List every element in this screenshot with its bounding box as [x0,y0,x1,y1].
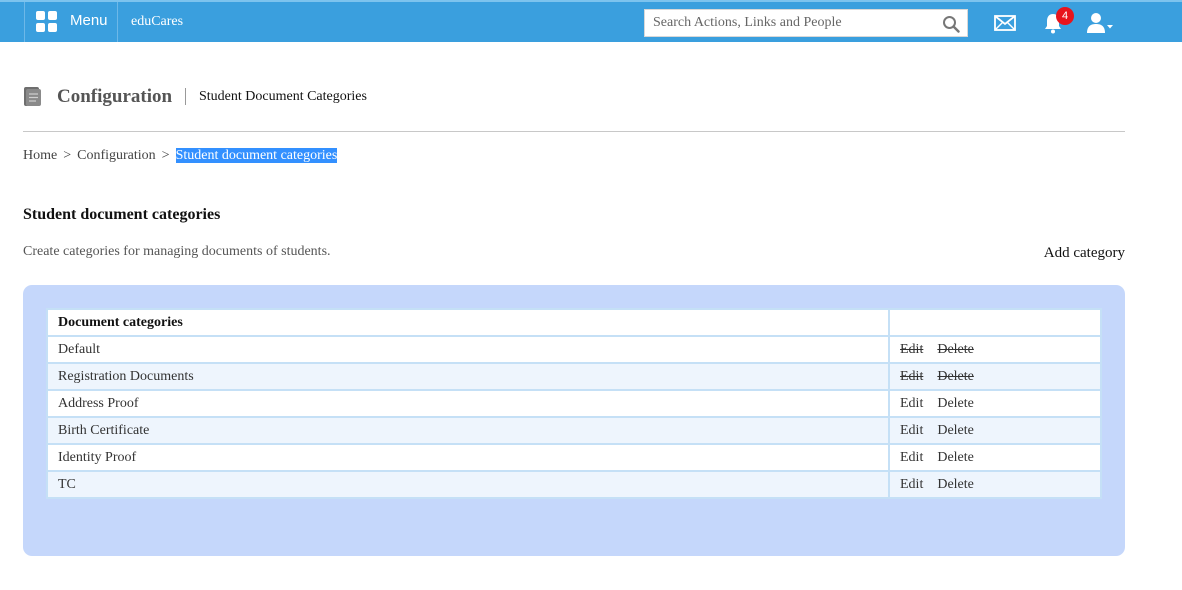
notification-badge: 4 [1056,7,1074,25]
table-row: Default Edit Delete [46,335,1102,364]
category-name: Birth Certificate [46,416,890,445]
title-separator [185,88,186,105]
search-icon[interactable] [942,15,960,33]
breadcrumb-separator: > [161,148,170,163]
table-header-row: Document categories [46,308,1102,337]
breadcrumb: Home > Configuration > Student document cate… [23,148,338,164]
delete-link[interactable]: Delete [937,450,974,465]
breadcrumb-home[interactable]: Home [23,148,57,163]
mail-icon[interactable] [994,15,1016,31]
edit-link[interactable]: Edit [900,396,923,411]
edit-link[interactable]: Edit [900,423,923,438]
row-actions: Edit Delete [888,470,1102,499]
row-actions: Edit Delete [888,335,1102,364]
edit-link: Edit [900,368,924,384]
table-row: Registration Documents Edit Delete [46,362,1102,391]
table-row: Address Proof Edit Delete [46,389,1102,418]
edit-link[interactable]: Edit [900,477,923,492]
section-description: Create categories for managing documents… [23,244,331,259]
row-actions: Edit Delete [888,416,1102,445]
row-actions: Edit Delete [888,443,1102,472]
category-name: Default [46,335,890,364]
user-icon[interactable] [1086,12,1114,34]
page-title: Configuration [57,86,173,107]
table-row: TC Edit Delete [46,470,1102,499]
section-title: Student document categories [23,206,221,223]
column-header-categories: Document categories [46,308,890,337]
table-row: Birth Certificate Edit Delete [46,416,1102,445]
breadcrumb-configuration[interactable]: Configuration [77,148,156,163]
column-header-actions [888,308,1102,337]
menu-label: Menu [70,12,108,29]
row-actions: Edit Delete [888,362,1102,391]
brand-link[interactable]: eduCares [131,14,183,30]
edit-link[interactable]: Edit [900,450,923,465]
add-category-link[interactable]: Add category [1044,245,1125,262]
top-bar: Menu eduCares 4 [0,0,1182,42]
search-input[interactable] [645,10,935,36]
delete-link[interactable]: Delete [937,423,974,438]
delete-link: Delete [937,341,974,357]
breadcrumb-separator: > [63,148,72,163]
edit-link: Edit [900,341,924,357]
categories-panel: Document categories Default Edit Delete Reg… [23,285,1125,556]
grid-icon [36,11,59,34]
category-name: Address Proof [46,389,890,418]
menu-button[interactable]: Menu [24,2,118,42]
delete-link[interactable]: Delete [937,477,974,492]
table-row: Identity Proof Edit Delete [46,443,1102,472]
category-name: Identity Proof [46,443,890,472]
breadcrumb-current: Student document categories [175,148,338,163]
configuration-icon [24,87,41,106]
categories-table: Document categories Default Edit Delete Reg… [46,308,1102,499]
category-name: Registration Documents [46,362,890,391]
page-subtitle: Student Document Categories [199,89,367,104]
category-name: TC [46,470,890,499]
delete-link[interactable]: Delete [937,396,974,411]
delete-link: Delete [937,368,974,384]
search-box [644,9,968,37]
row-actions: Edit Delete [888,389,1102,418]
header-divider [23,131,1125,132]
